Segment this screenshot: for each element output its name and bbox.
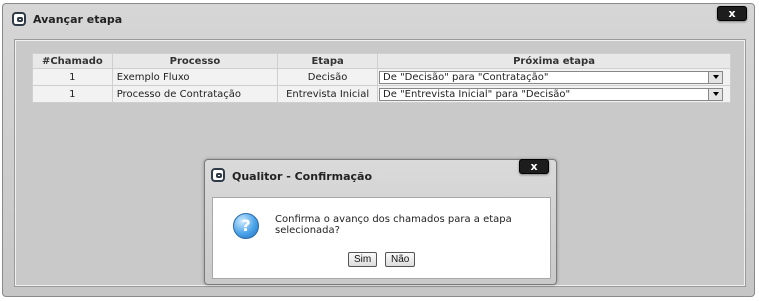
- column-header-chamado: #Chamado: [32, 53, 113, 69]
- qualitor-logo-icon: [211, 168, 225, 182]
- question-icon: ?: [233, 213, 259, 239]
- table-row: 1 Processo de Contratação Entrevista Ini…: [32, 85, 731, 103]
- no-button[interactable]: Não: [385, 252, 416, 267]
- tickets-table: #Chamado Processo Etapa Próxima etapa 1 …: [32, 53, 731, 103]
- next-stage-select[interactable]: De "Entrevista Inicial" para "Decisão": [379, 87, 724, 101]
- cell-etapa: Decisão: [277, 68, 379, 86]
- window-close-button[interactable]: x: [717, 6, 747, 21]
- confirmation-dialog: Qualitor - Confirmação x ? Confirma o av…: [204, 159, 557, 285]
- chevron-down-icon[interactable]: [708, 71, 723, 83]
- column-header-processo: Processo: [111, 53, 279, 69]
- column-header-proxima-etapa: Próxima etapa: [377, 53, 731, 69]
- table-header-row: #Chamado Processo Etapa Próxima etapa: [32, 53, 731, 69]
- dialog-title: Qualitor - Confirmação: [232, 170, 373, 183]
- advance-stage-window: Avançar etapa x #Chamado Processo Etapa …: [2, 3, 755, 297]
- next-stage-select-value: De "Decisão" para "Contratação": [383, 71, 549, 83]
- window-title: Avançar etapa: [33, 13, 123, 26]
- next-stage-select-value: De "Entrevista Inicial" para "Decisão": [383, 88, 571, 100]
- confirmation-message: Confirma o avanço dos chamados para a et…: [275, 214, 512, 236]
- cell-etapa: Entrevista Inicial: [277, 85, 379, 103]
- yes-button[interactable]: Sim: [348, 252, 378, 267]
- qualitor-logo-icon: [12, 12, 26, 26]
- dialog-close-button[interactable]: x: [519, 159, 549, 174]
- column-header-etapa: Etapa: [277, 53, 379, 69]
- next-stage-select[interactable]: De "Decisão" para "Contratação": [379, 70, 724, 84]
- cell-processo: Processo de Contratação: [111, 85, 279, 103]
- cell-chamado: 1: [32, 85, 113, 103]
- cell-proxima-etapa: De "Decisão" para "Contratação": [377, 68, 731, 86]
- chevron-down-icon[interactable]: [708, 88, 723, 100]
- table-row: 1 Exemplo Fluxo Decisão De "Decisão" par…: [32, 68, 731, 86]
- cell-processo: Exemplo Fluxo: [111, 68, 279, 86]
- cell-proxima-etapa: De "Entrevista Inicial" para "Decisão": [377, 85, 731, 103]
- cell-chamado: 1: [32, 68, 113, 86]
- window-title-bar: Avançar etapa: [3, 4, 754, 34]
- dialog-body: ? Confirma o avanço dos chamados para a …: [212, 197, 551, 279]
